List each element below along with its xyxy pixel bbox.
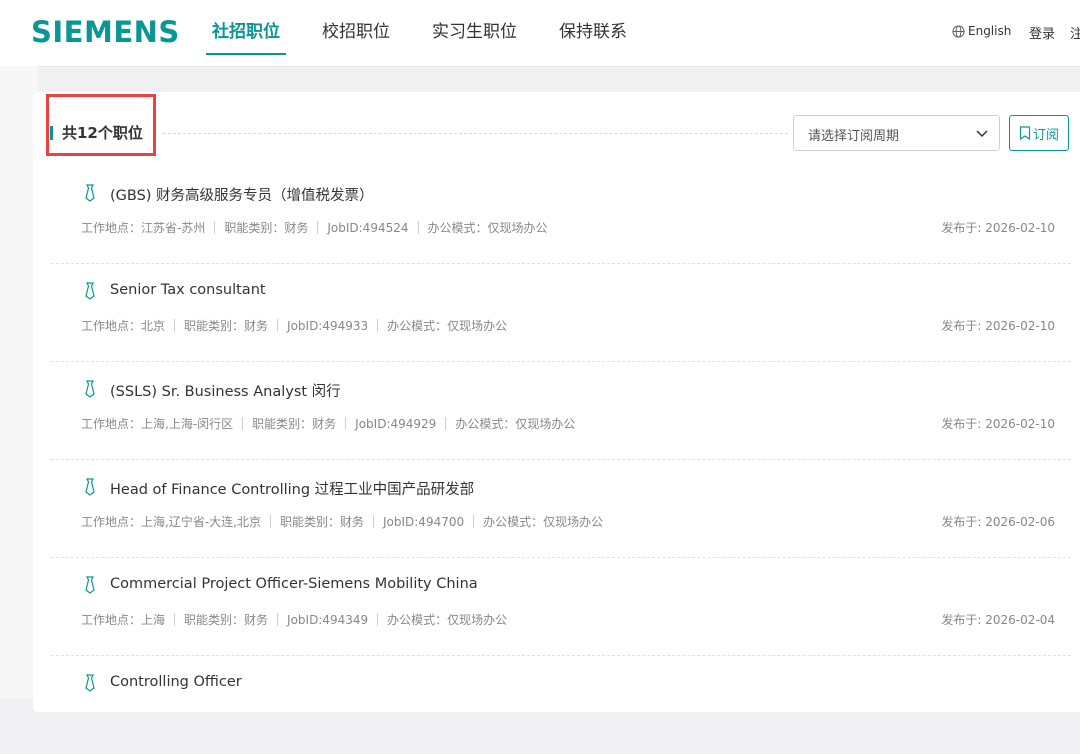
job-title[interactable]: Senior Tax consultant [110,282,266,298]
job-title[interactable]: (GBS) 财务高级服务专员（增值税发票） [110,184,374,205]
job-item[interactable]: Controlling Officer [51,656,1071,754]
top-header: SIEMENS 社招职位 校招职位 实习生职位 保持联系 English 登录 … [0,0,1080,66]
job-category: 职能类别：财务 [279,515,364,529]
job-location: 工作地点：江苏省-苏州 [81,221,206,235]
job-date: 发布于: 2026-02-10 [941,319,1055,333]
job-category: 职能类别：财务 [184,613,269,627]
login-link[interactable]: 登录 [1029,23,1055,42]
job-date: 发布于: 2026-02-04 [941,613,1055,627]
job-count-row: 共12个职位 [50,112,790,156]
nav-intern-jobs[interactable]: 实习生职位 [426,0,523,66]
language-label: English [968,24,1012,38]
red-highlight-box [46,94,156,156]
job-category: 职能类别：财务 [252,417,337,431]
job-item[interactable]: (GBS) 财务高级服务专员（增值税发票） 工作地点：江苏省-苏州 职能类别：财… [51,166,1071,264]
nav-keep-in-touch[interactable]: 保持联系 [553,0,633,66]
job-location: 工作地点：上海,辽宁省-大连,北京 [81,515,261,529]
globe-icon [952,24,965,38]
siemens-logo[interactable]: SIEMENS [31,15,180,49]
job-date: 发布于: 2026-02-10 [941,417,1055,431]
job-office-mode: 办公模式：仅现场办公 [387,319,508,333]
nav-social-jobs[interactable]: 社招职位 [206,0,286,66]
job-title[interactable]: Head of Finance Controlling 过程工业中国产品研发部 [110,478,474,499]
job-office-mode: 办公模式：仅现场办公 [455,417,576,431]
job-item[interactable]: Senior Tax consultant 工作地点：北京 职能类别：财务 Jo… [51,264,1071,362]
job-category: 职能类别：财务 [224,221,309,235]
bookmark-icon [1019,126,1031,140]
job-meta: 工作地点：上海 职能类别：财务 JobID:494349 办公模式：仅现场办公 [81,611,507,628]
chevron-down-icon [976,130,988,138]
count-divider [163,133,788,134]
subscribe-label: 订阅 [1032,127,1059,143]
tie-icon [85,478,95,496]
job-id: JobID:494700 [382,514,465,529]
job-meta: 工作地点：上海,辽宁省-大连,北京 职能类别：财务 JobID:494700 办… [81,513,603,530]
subscribe-button[interactable]: 订阅 [1009,115,1069,151]
language-switch[interactable]: English [952,24,1011,38]
job-item[interactable]: Commercial Project Officer-Siemens Mobil… [51,558,1071,656]
job-meta: 工作地点：江苏省-苏州 职能类别：财务 JobID:494524 办公模式：仅现… [81,219,548,236]
tie-icon [85,674,95,692]
job-title[interactable]: (SSLS) Sr. Business Analyst 闵行 [110,380,341,401]
job-title[interactable]: Commercial Project Officer-Siemens Mobil… [110,576,478,592]
job-office-mode: 办公模式：仅现场办公 [387,613,508,627]
job-location: 工作地点：上海 [81,613,166,627]
job-id: JobID:494933 [287,318,369,333]
job-id: JobID:494349 [287,612,369,627]
job-office-mode: 办公模式：仅现场办公 [427,221,548,235]
job-id: JobID:494929 [355,416,437,431]
tie-icon [85,282,95,300]
job-item[interactable]: (SSLS) Sr. Business Analyst 闵行 工作地点：上海,上… [51,362,1071,460]
job-category: 职能类别：财务 [184,319,269,333]
job-location: 工作地点：北京 [81,319,166,333]
tie-icon [85,184,95,202]
register-link[interactable]: 注 [1070,23,1080,42]
main-nav: 社招职位 校招职位 实习生职位 保持联系 [206,0,663,66]
subscription-period-select[interactable]: 请选择订阅周期 [793,115,1000,151]
nav-campus-jobs[interactable]: 校招职位 [316,0,396,66]
job-meta: 工作地点：上海,上海-闵行区 职能类别：财务 JobID:494929 办公模式… [81,415,575,432]
job-date: 发布于: 2026-02-10 [941,221,1055,235]
job-meta: 工作地点：北京 职能类别：财务 JobID:494933 办公模式：仅现场办公 [81,317,507,334]
job-id: JobID:494524 [327,220,409,235]
select-placeholder: 请选择订阅周期 [808,129,900,144]
job-location: 工作地点：上海,上海-闵行区 [81,417,234,431]
job-title[interactable]: Controlling Officer [110,674,242,690]
tie-icon [85,576,95,594]
job-date: 发布于: 2026-02-06 [941,515,1055,529]
job-item[interactable]: Head of Finance Controlling 过程工业中国产品研发部 … [51,460,1071,558]
tie-icon [85,380,95,398]
job-office-mode: 办公模式：仅现场办公 [483,515,604,529]
